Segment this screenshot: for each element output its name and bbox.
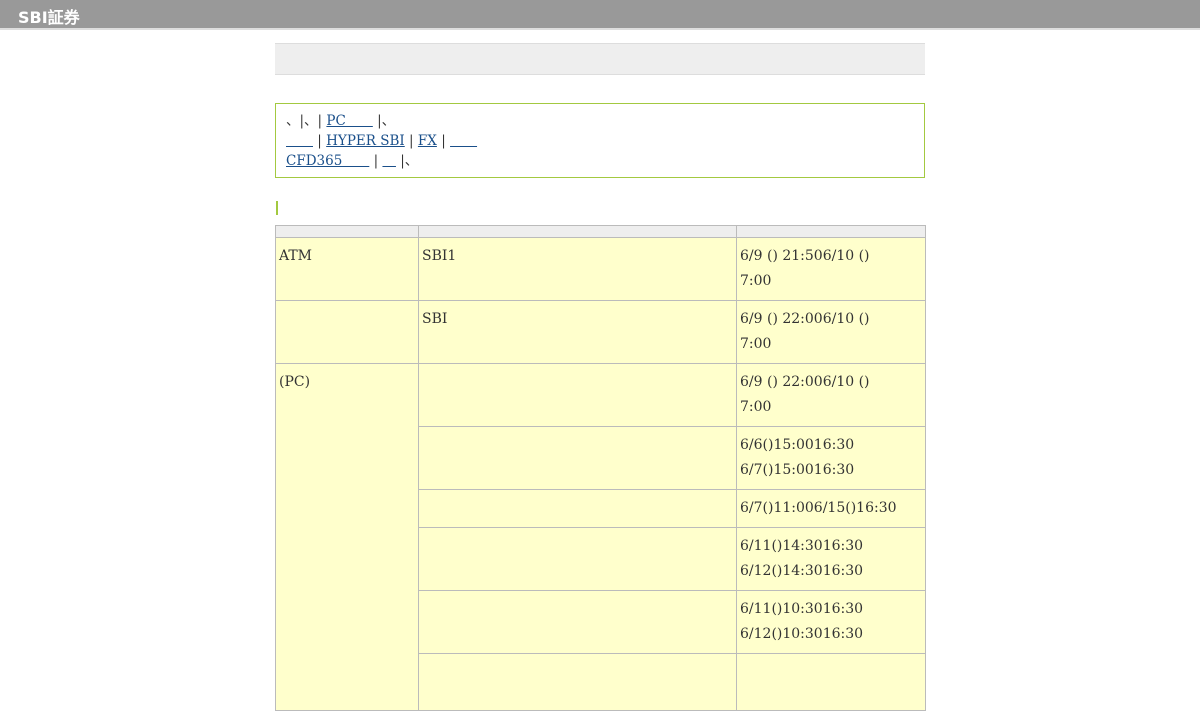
time-line: 6/9 () 22:006/10 (): [740, 311, 870, 327]
notice-box: 、|、| PC |、 | HYPER SBI | FX | CFD365 | |…: [275, 103, 925, 178]
service-cell: [418, 426, 737, 490]
service-cell: [418, 363, 737, 427]
time-cell: 6/9 () 22:006/10 () 7:00: [736, 300, 926, 364]
time-line: 6/7()15:0016:30: [740, 462, 855, 478]
time-line: 7:00: [740, 273, 772, 289]
notice-link[interactable]: HYPER SBI: [326, 133, 405, 149]
service-cell: SBI: [418, 300, 737, 364]
header-category: [275, 225, 419, 238]
grey-banner: [275, 43, 925, 75]
service-cell: [418, 527, 737, 591]
time-cell: 6/6()15:0016:30 6/7()15:0016:30: [736, 426, 926, 490]
notice-link[interactable]: PC: [326, 113, 372, 129]
header-service: [418, 225, 737, 238]
notice-line-2: | HYPER SBI | FX |: [286, 131, 914, 151]
service-cell: SBI1: [418, 237, 737, 301]
notice-separator: |、: [377, 113, 396, 129]
notice-separator: |: [409, 133, 414, 149]
time-cell: 6/11()14:3016:30 6/12()14:3016:30: [736, 527, 926, 591]
time-line: 6/11()10:3016:30: [740, 601, 864, 617]
time-line: 6/6()15:0016:30: [740, 437, 855, 453]
table-row: (PC) 6/9 () 22:006/10 () 7:00: [275, 363, 926, 711]
maintenance-schedule-table: ATM SBI1 6/9 () 21:506/10 () 7:00 SBI 6/…: [275, 225, 926, 711]
table-row: SBI 6/9 () 22:006/10 () 7:00: [275, 300, 926, 364]
service-cell: [418, 653, 737, 711]
time-line: 6/12()10:3016:30: [740, 626, 864, 642]
time-line: 6/11()14:3016:30: [740, 538, 864, 554]
notice-separator: |: [373, 153, 379, 169]
notice-line-1: 、|、| PC |、: [286, 111, 914, 131]
table-row: ATM SBI1 6/9 () 21:506/10 () 7:00: [275, 237, 926, 301]
notice-separator: |: [441, 133, 446, 149]
time-line: 6/9 () 22:006/10 (): [740, 374, 870, 390]
section-accent-mark: [276, 201, 278, 215]
time-cell: 6/7()11:006/15()16:30: [736, 489, 926, 528]
time-line: 6/9 () 21:506/10 (): [740, 248, 870, 264]
notice-link[interactable]: [450, 133, 477, 149]
time-cell: 6/9 () 22:006/10 () 7:00: [736, 363, 926, 427]
time-cell: 6/11()10:3016:30 6/12()10:3016:30: [736, 590, 926, 654]
category-cell: ATM: [275, 237, 419, 301]
time-cell: [736, 653, 926, 711]
service-cell: [418, 489, 737, 528]
notice-separator: |、: [400, 153, 419, 169]
notice-link[interactable]: FX: [418, 133, 437, 149]
table-header-row: [275, 225, 926, 238]
notice-link[interactable]: [286, 133, 313, 149]
notice-line-3: CFD365 | |、: [286, 151, 914, 171]
sbi-logo[interactable]: SBI証券: [18, 4, 80, 28]
time-line: 6/7()11:006/15()16:30: [740, 500, 897, 516]
notice-link[interactable]: CFD365: [286, 153, 369, 169]
header-time: [736, 225, 926, 238]
category-cell: [275, 300, 419, 364]
notice-separator: 、|、|: [286, 113, 323, 129]
category-cell: (PC): [275, 363, 419, 711]
time-line: 6/12()14:3016:30: [740, 563, 864, 579]
top-header-bar: SBI証券: [0, 0, 1200, 30]
time-line: 7:00: [740, 399, 772, 415]
service-cell: [418, 590, 737, 654]
notice-separator: |: [317, 133, 322, 149]
notice-link[interactable]: [382, 153, 396, 169]
time-line: 7:00: [740, 336, 772, 352]
time-cell: 6/9 () 21:506/10 () 7:00: [736, 237, 926, 301]
